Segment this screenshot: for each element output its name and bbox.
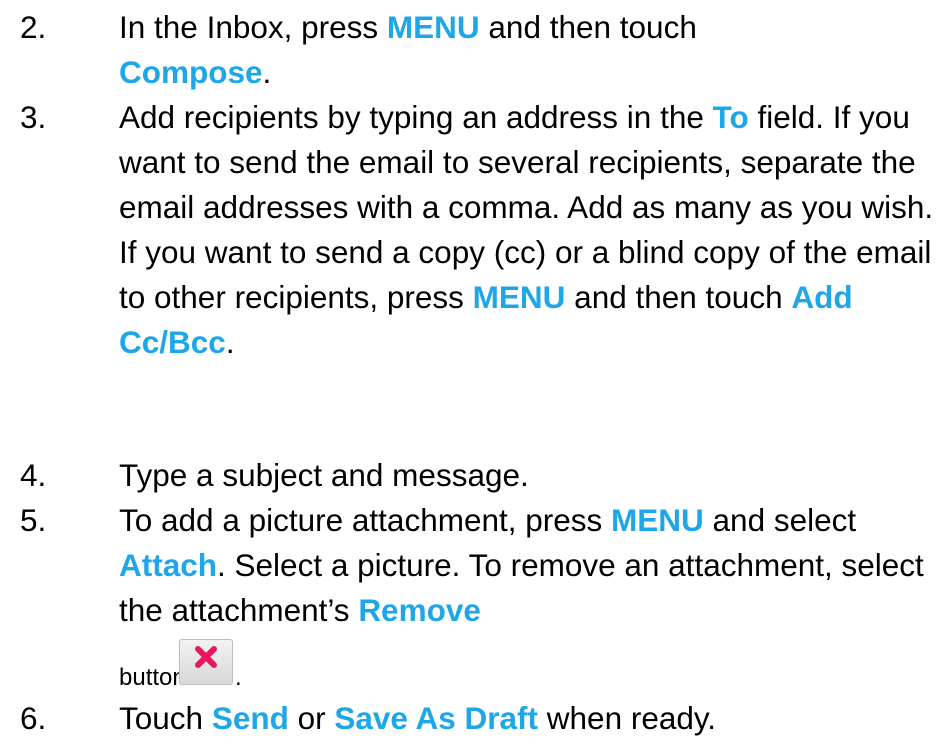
step-text: To add a picture attachment, press MENU … <box>119 498 937 633</box>
step-text-cc: If you want to send a copy (cc) or a bli… <box>119 230 937 365</box>
text-run: and then touch <box>479 9 697 45</box>
text-run: Add recipients by typing an address in t… <box>119 99 713 135</box>
step-number: 3. <box>20 99 47 135</box>
step-2: 2. In the Inbox, press MENU and then tou… <box>0 5 942 95</box>
step-6: 6. Touch Send or Save As Draft when read… <box>0 696 942 741</box>
text-run: Touch <box>119 700 212 736</box>
text-run: . <box>225 324 235 360</box>
keyword-remove: Remove <box>358 592 481 628</box>
text-run: and select <box>703 502 857 538</box>
text-run: . Select a picture. To remove an attachm… <box>119 547 924 628</box>
keyword-save-as-draft: Save As Draft <box>334 700 539 736</box>
step-number: 6. <box>20 700 47 736</box>
step-number: 4. <box>20 457 47 493</box>
step-text: Add recipients by typing an address in t… <box>119 95 937 230</box>
keyword-attach: Attach <box>119 547 218 583</box>
step-5: 5. To add a picture attachment, press ME… <box>0 498 942 695</box>
text-run: when ready. <box>538 700 717 736</box>
text-run: To add a picture attachment, press <box>119 502 612 538</box>
button-word: button <box>119 664 186 691</box>
step-text: Touch Send or Save As Draft when ready. <box>119 696 937 741</box>
keyword-menu: MENU <box>386 9 480 45</box>
keyword-to: To <box>712 99 749 135</box>
step-4: 4. Type a subject and message. <box>0 453 942 498</box>
keyword-compose: Compose <box>119 54 263 90</box>
instruction-document: 2. In the Inbox, press MENU and then tou… <box>0 0 942 752</box>
x-icon-glyph <box>195 646 217 668</box>
remove-button-line: button . <box>119 633 937 695</box>
step-number: 5. <box>20 502 47 538</box>
period: . <box>235 664 242 691</box>
step-3: 3. Add recipients by typing an address i… <box>0 95 942 365</box>
keyword-menu: MENU <box>472 279 566 315</box>
remove-x-icon <box>179 639 233 685</box>
text-run: In the Inbox, press <box>119 9 387 45</box>
text-run: . <box>262 54 272 90</box>
step-text: Type a subject and message. <box>119 457 529 493</box>
step-text: In the Inbox, press MENU and then touch … <box>119 5 937 95</box>
text-run: or <box>288 700 335 736</box>
step-number: 2. <box>20 9 47 45</box>
keyword-menu: MENU <box>611 502 704 538</box>
keyword-send: Send <box>211 700 289 736</box>
text-run: and then touch <box>565 279 792 315</box>
